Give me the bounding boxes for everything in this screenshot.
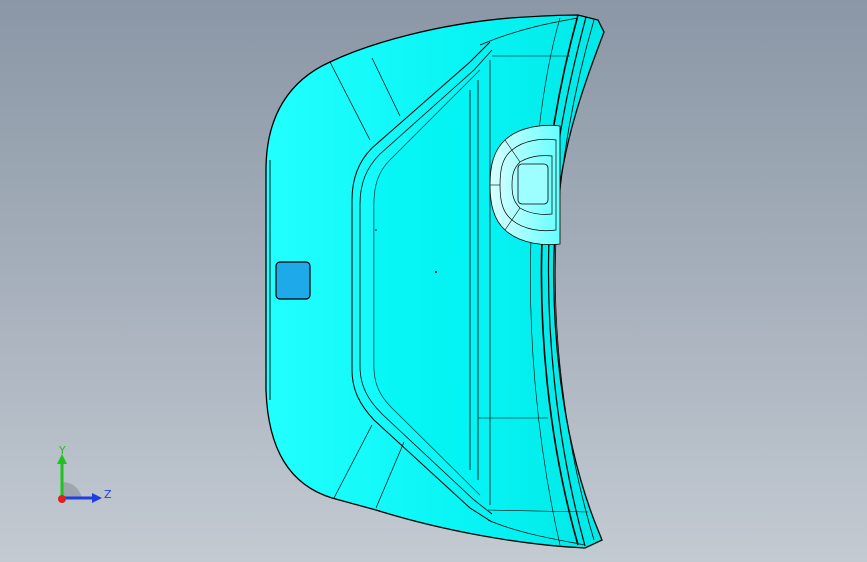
graphics-viewport[interactable]: Y Z: [0, 0, 867, 562]
origin-marker: [375, 229, 377, 231]
y-axis-label: Y: [58, 444, 66, 457]
z-axis-label: Z: [104, 488, 112, 501]
origin-marker: [435, 271, 437, 273]
part-model[interactable]: [0, 0, 867, 562]
triad-plane-icon: [62, 481, 82, 498]
x-axis-dot-icon: [58, 495, 66, 503]
reference-triad[interactable]: Y Z: [44, 438, 124, 518]
selected-face[interactable]: [275, 261, 311, 300]
z-axis-arrow-icon: [92, 493, 102, 503]
pocket-floor[interactable]: [517, 163, 549, 205]
